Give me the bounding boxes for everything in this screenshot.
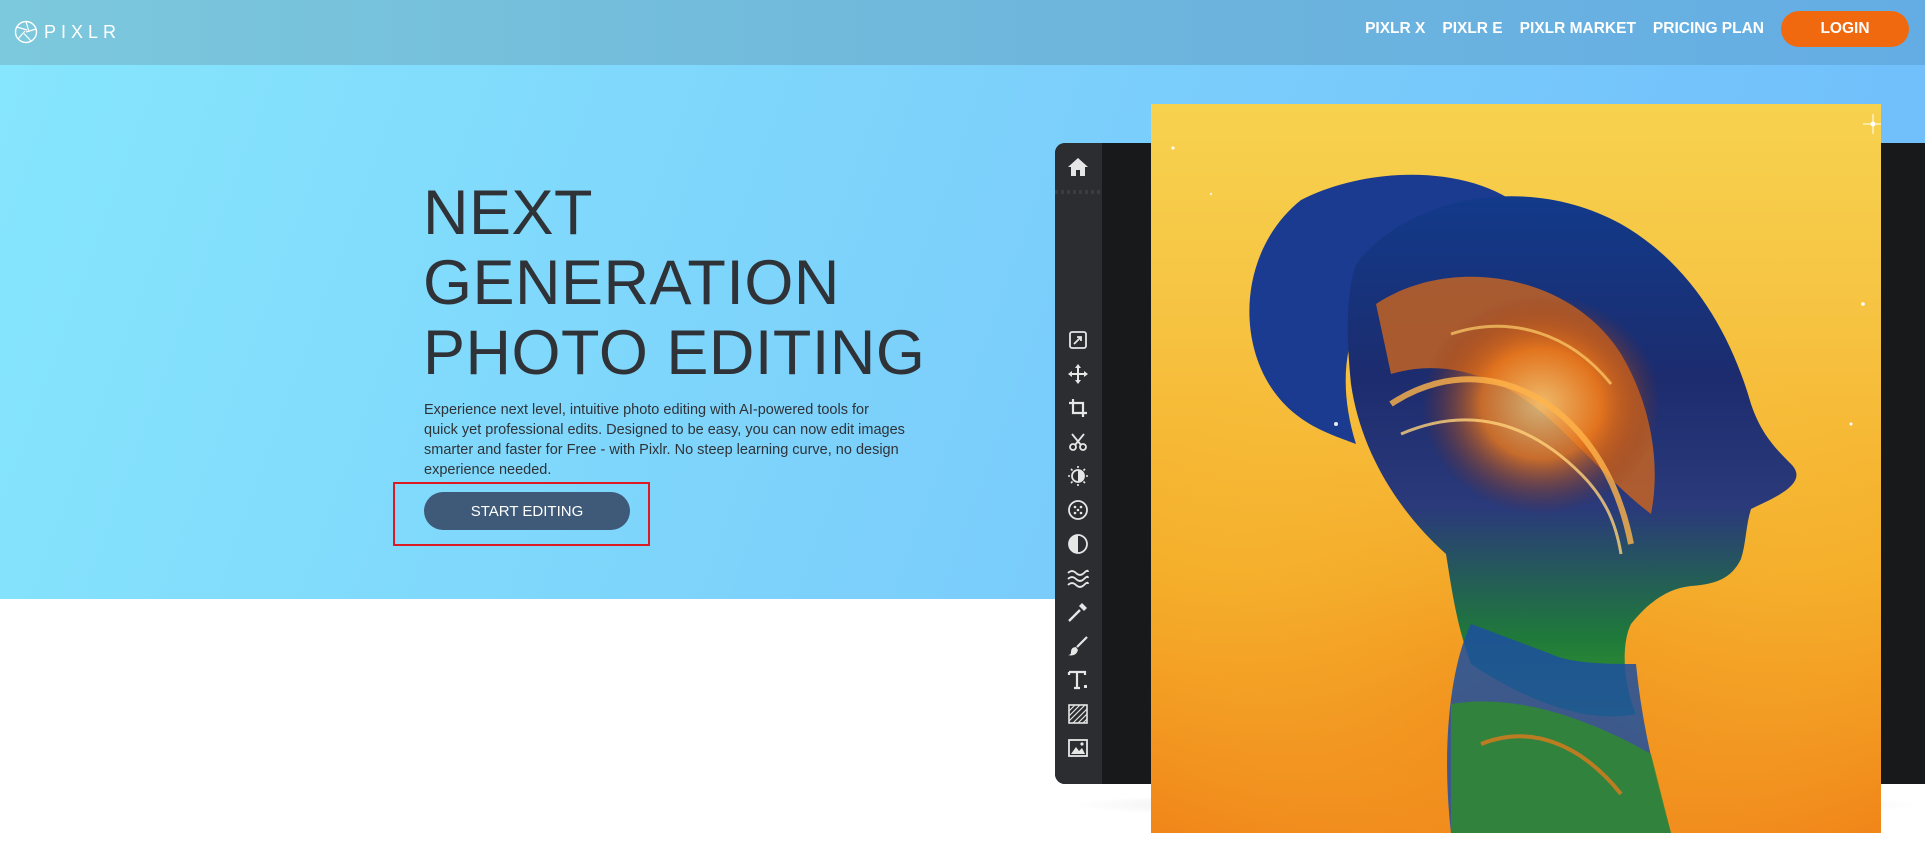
nav-pixlr-x[interactable]: PIXLR X — [1365, 20, 1425, 38]
woman-silhouette-image — [1151, 104, 1881, 833]
crop-icon[interactable] — [1065, 395, 1091, 421]
nav-pixlr-e[interactable]: PIXLR E — [1442, 20, 1502, 38]
text-icon[interactable] — [1065, 667, 1091, 693]
filter-icon[interactable] — [1065, 497, 1091, 523]
move-icon[interactable] — [1065, 361, 1091, 387]
image-icon[interactable] — [1065, 735, 1091, 761]
start-editing-button[interactable]: START EDITING — [424, 492, 630, 530]
nav-pricing-plan[interactable]: PRICING PLAN — [1653, 20, 1764, 38]
cutout-icon[interactable] — [1065, 429, 1091, 455]
headline-line-1: NEXT — [423, 178, 594, 248]
pattern-icon[interactable] — [1065, 701, 1091, 727]
headline-line-2: GENERATION — [423, 248, 840, 318]
description-line-2: quick yet professional edits. Designed t… — [424, 422, 905, 438]
logo-text: PIXLR — [44, 21, 122, 42]
headline-line-3: PHOTO EDITING — [423, 318, 926, 388]
home-icon[interactable] — [1065, 154, 1091, 180]
description-line-4: experience needed. — [424, 462, 552, 478]
editor-toolbar — [1055, 143, 1102, 784]
adjust-icon[interactable] — [1065, 463, 1091, 489]
effect-icon[interactable] — [1065, 531, 1091, 557]
aperture-icon — [14, 20, 38, 44]
login-button[interactable]: LOGIN — [1781, 11, 1909, 47]
nav-pixlr-market[interactable]: PIXLR MARKET — [1520, 20, 1636, 38]
draw-icon[interactable] — [1065, 633, 1091, 659]
pixlr-logo[interactable]: PIXLR — [14, 19, 121, 45]
arrange-icon[interactable] — [1065, 327, 1091, 353]
liquify-icon[interactable] — [1065, 565, 1091, 591]
description-line-1: Experience next level, intuitive photo e… — [424, 402, 869, 418]
top-bar: PIXLR PIXLR X PIXLR E PIXLR MARKET PRICI… — [0, 0, 1925, 65]
main-nav: PIXLR X PIXLR E PIXLR MARKET PRICING PLA… — [1365, 11, 1909, 47]
hero-headline: NEXT GENERATION PHOTO EDITING — [423, 178, 925, 388]
retouch-icon[interactable] — [1065, 599, 1091, 625]
description-line-3: smarter and faster for Free - with Pixlr… — [424, 442, 899, 458]
hero-description: Experience next level, intuitive photo e… — [424, 400, 944, 480]
hero-photo — [1151, 104, 1881, 833]
